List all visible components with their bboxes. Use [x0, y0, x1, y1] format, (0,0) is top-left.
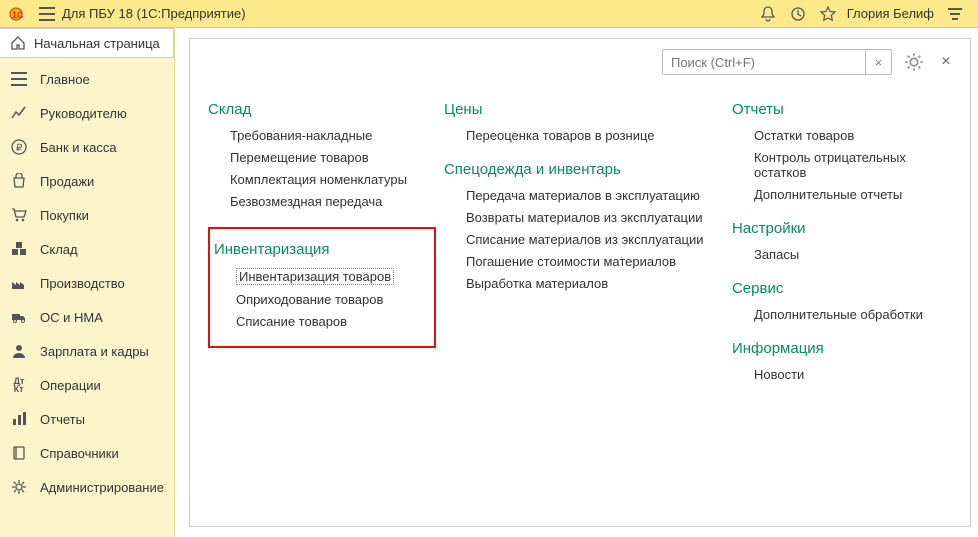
sidebar-item-label: Справочники [40, 446, 119, 461]
section-information[interactable]: Информация [732, 340, 952, 357]
link-return-materials[interactable]: Возвраты материалов из эксплуатации [466, 210, 724, 225]
sidebar-item-admin[interactable]: Администрирование [0, 470, 174, 504]
bars-icon [10, 410, 28, 428]
sidebar-item-label: Производство [40, 276, 125, 291]
boxes-icon [10, 240, 28, 258]
truck-icon [10, 308, 28, 326]
search-input[interactable] [663, 50, 865, 74]
link-posting-goods[interactable]: Оприходование товаров [236, 292, 424, 307]
link-writeoff-goods[interactable]: Списание товаров [236, 314, 424, 329]
book-icon [10, 444, 28, 462]
settings-gear-icon[interactable] [902, 52, 926, 72]
svg-text:1C: 1C [12, 10, 24, 20]
section-workwear[interactable]: Спецодежда и инвентарь [444, 161, 724, 178]
more-icon[interactable] [944, 3, 966, 25]
star-icon[interactable] [817, 3, 839, 25]
sidebar-item-label: Руководителю [40, 106, 127, 121]
svg-text:₽: ₽ [16, 143, 23, 154]
hamburger-icon[interactable] [36, 3, 58, 25]
main-panel: × × Склад Требования-накладные Перемещен… [175, 28, 978, 537]
search-clear-button[interactable]: × [865, 50, 891, 74]
history-icon[interactable] [787, 3, 809, 25]
section-reports[interactable]: Отчеты [732, 101, 952, 118]
link-repayment-cost[interactable]: Погашение стоимости материалов [466, 254, 724, 269]
sidebar-item-operations[interactable]: ДтКт Операции [0, 368, 174, 402]
sidebar-item-label: Главное [40, 72, 90, 87]
sidebar-item-warehouse[interactable]: Склад [0, 232, 174, 266]
section-inventory[interactable]: Инвентаризация [214, 241, 424, 258]
sidebar-item-label: Зарплата и кадры [40, 344, 149, 359]
sidebar-item-sales[interactable]: Продажи [0, 164, 174, 198]
link-production-materials[interactable]: Выработка материалов [466, 276, 724, 291]
search-box: × [662, 49, 892, 75]
inventory-highlight-box: Инвентаризация Инвентаризация товаров Оп… [208, 227, 436, 348]
user-name[interactable]: Глория Белиф [847, 6, 934, 21]
sidebar-item-reports[interactable]: Отчеты [0, 402, 174, 436]
link-additional-reports[interactable]: Дополнительные отчеты [754, 187, 952, 202]
logo-1c: 1C [8, 5, 32, 23]
section-settings[interactable]: Настройки [732, 220, 952, 237]
sidebar-item-label: Операции [40, 378, 101, 393]
link-stocks[interactable]: Запасы [754, 247, 952, 262]
sidebar-item-main[interactable]: Главное [0, 62, 174, 96]
section-prices[interactable]: Цены [444, 101, 724, 118]
ruble-icon: ₽ [10, 138, 28, 156]
sidebar-item-manager[interactable]: Руководителю [0, 96, 174, 130]
link-requirements[interactable]: Требования-накладные [230, 128, 436, 143]
sidebar-item-label: ОС и НМА [40, 310, 103, 325]
sidebar-item-purchases[interactable]: Покупки [0, 198, 174, 232]
bell-icon[interactable] [757, 3, 779, 25]
factory-icon [10, 274, 28, 292]
sidebar-item-label: Покупки [40, 208, 89, 223]
link-revaluation[interactable]: Переоценка товаров в рознице [466, 128, 724, 143]
home-tab[interactable]: Начальная страница [0, 28, 174, 58]
app-title: Для ПБУ 18 (1С:Предприятие) [62, 6, 246, 21]
sidebar-item-os-nma[interactable]: ОС и НМА [0, 300, 174, 334]
link-gratuitous[interactable]: Безвозмездная передача [230, 194, 436, 209]
sidebar-item-production[interactable]: Производство [0, 266, 174, 300]
sidebar-item-bank[interactable]: ₽ Банк и касса [0, 130, 174, 164]
link-additional-processing[interactable]: Дополнительные обработки [754, 307, 952, 322]
sidebar-item-label: Администрирование [40, 480, 164, 495]
close-panel-button[interactable]: × [936, 53, 956, 71]
sidebar: Начальная страница Главное Руководителю … [0, 28, 175, 537]
home-tab-label: Начальная страница [34, 36, 160, 51]
section-service[interactable]: Сервис [732, 280, 952, 297]
section-warehouse[interactable]: Склад [208, 101, 436, 118]
link-completion[interactable]: Комплектация номенклатуры [230, 172, 436, 187]
bag-icon [10, 172, 28, 190]
sidebar-item-directories[interactable]: Справочники [0, 436, 174, 470]
link-stock-balance[interactable]: Остатки товаров [754, 128, 952, 143]
gear-icon [10, 478, 28, 496]
dr-cr-icon: ДтКт [10, 376, 28, 394]
link-writeoff-materials[interactable]: Списание материалов из эксплуатации [466, 232, 724, 247]
list-icon [10, 70, 28, 88]
link-news[interactable]: Новости [754, 367, 952, 382]
sidebar-item-hr[interactable]: Зарплата и кадры [0, 334, 174, 368]
link-inventory-goods[interactable]: Инвентаризация товаров [236, 268, 424, 285]
cart-icon [10, 206, 28, 224]
sidebar-item-label: Склад [40, 242, 78, 257]
link-negative-control[interactable]: Контроль отрицательных остатков [754, 150, 952, 180]
sidebar-item-label: Банк и касса [40, 140, 117, 155]
sidebar-item-label: Отчеты [40, 412, 85, 427]
sidebar-item-label: Продажи [40, 174, 94, 189]
home-icon [10, 35, 26, 51]
link-movement[interactable]: Перемещение товаров [230, 150, 436, 165]
chart-icon [10, 104, 28, 122]
person-icon [10, 342, 28, 360]
titlebar: 1C Для ПБУ 18 (1С:Предприятие) Глория Бе… [0, 0, 978, 28]
link-transfer-materials[interactable]: Передача материалов в эксплуатацию [466, 188, 724, 203]
